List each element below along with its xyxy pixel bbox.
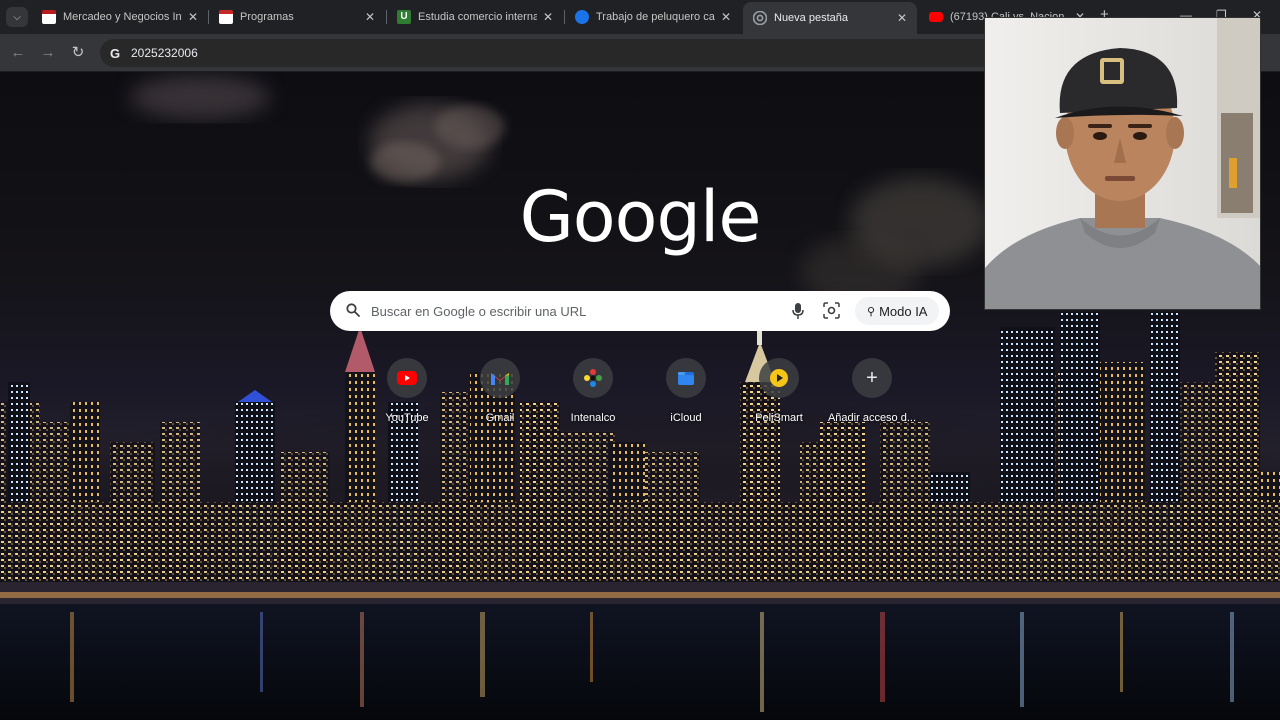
- tab-title: Trabajo de peluquero canin: [596, 11, 715, 23]
- tab-search-button[interactable]: ⌵: [6, 7, 28, 27]
- tab-title: Mercadeo y Negocios Inte: [63, 11, 182, 23]
- shortcut-icloud[interactable]: iCloud: [640, 358, 732, 424]
- shortcut-icon-bg: [480, 358, 520, 398]
- shortcut-youtube[interactable]: YouTube: [361, 358, 453, 424]
- tab-programas[interactable]: Programas ✕: [209, 4, 385, 30]
- close-icon[interactable]: ✕: [541, 10, 555, 24]
- microphone-icon[interactable]: [791, 302, 805, 320]
- google-g-icon: G: [110, 45, 121, 61]
- forward-button[interactable]: →: [38, 43, 58, 63]
- person-webcam-feed: [985, 18, 1260, 309]
- pelismart-icon: [770, 369, 788, 387]
- sparkle-search-icon: ⚲: [867, 305, 876, 318]
- chrome-icon: [752, 10, 768, 26]
- tab-estudia-comercio[interactable]: U Estudia comercio internaci ✕: [387, 4, 563, 30]
- site-favicon-icon: [42, 10, 56, 24]
- tab-title: Estudia comercio internaci: [418, 11, 537, 23]
- shortcut-icon-bg: [666, 358, 706, 398]
- reload-icon: ↻: [71, 44, 85, 61]
- close-icon[interactable]: ✕: [895, 11, 909, 25]
- shortcut-icon-bg: [573, 358, 613, 398]
- chevron-down-icon: ⌵: [13, 11, 21, 23]
- shortcut-label: iCloud: [670, 412, 702, 424]
- reload-button[interactable]: ↻: [68, 43, 88, 63]
- arrow-right-icon: →: [40, 44, 56, 61]
- ai-mode-label: Modo IA: [879, 303, 928, 319]
- tab-mercadeo[interactable]: Mercadeo y Negocios Inte ✕: [32, 4, 208, 30]
- tab-nueva-pestana[interactable]: Nueva pestaña ✕: [743, 2, 917, 34]
- tab-trabajo-peluquero[interactable]: Trabajo de peluquero canin ✕: [565, 4, 741, 30]
- close-icon[interactable]: ✕: [363, 10, 377, 24]
- shortcut-label: PeliSmart: [755, 412, 803, 424]
- shortcut-label: Añadir acceso d...: [827, 412, 917, 424]
- tab-title: Programas: [240, 11, 294, 23]
- plus-icon: +: [866, 367, 878, 389]
- shortcut-intenalco[interactable]: Intenalco: [547, 358, 639, 424]
- tab-title: Nueva pestaña: [774, 12, 848, 24]
- shortcut-gmail[interactable]: Gmail: [454, 358, 546, 424]
- gmail-icon: [491, 372, 509, 385]
- site-favicon-icon: [219, 10, 233, 24]
- shortcut-icon-bg: [759, 358, 799, 398]
- site-favicon-icon: [575, 10, 589, 24]
- shortcut-icon-bg: +: [852, 358, 892, 398]
- youtube-icon: [929, 12, 943, 22]
- youtube-icon: [397, 371, 417, 385]
- intenalco-icon: [584, 369, 602, 387]
- search-icon: [346, 303, 360, 317]
- ai-mode-button[interactable]: ⚲ Modo IA: [855, 297, 940, 325]
- google-lens-icon[interactable]: [823, 302, 840, 319]
- shortcut-icon-bg: [387, 358, 427, 398]
- shortcut-label: YouTube: [385, 412, 429, 424]
- back-button[interactable]: ←: [8, 43, 28, 63]
- address-bar-text[interactable]: 2025232006: [131, 46, 198, 60]
- university-logo-icon: U: [397, 10, 411, 24]
- search-input[interactable]: [371, 291, 771, 331]
- arrow-left-icon: ←: [10, 44, 26, 61]
- icloud-icon: [678, 372, 694, 385]
- webcam-overlay: [984, 17, 1261, 310]
- close-icon[interactable]: ✕: [186, 10, 200, 24]
- ntp-search-box[interactable]: ⚲ Modo IA: [330, 291, 950, 331]
- shortcut-label: Intenalco: [570, 412, 616, 424]
- shortcut-label: Gmail: [485, 412, 515, 424]
- close-icon[interactable]: ✕: [719, 10, 733, 24]
- shortcut-pelismart[interactable]: PeliSmart: [733, 358, 825, 424]
- shortcut-add[interactable]: + Añadir acceso d...: [826, 358, 918, 424]
